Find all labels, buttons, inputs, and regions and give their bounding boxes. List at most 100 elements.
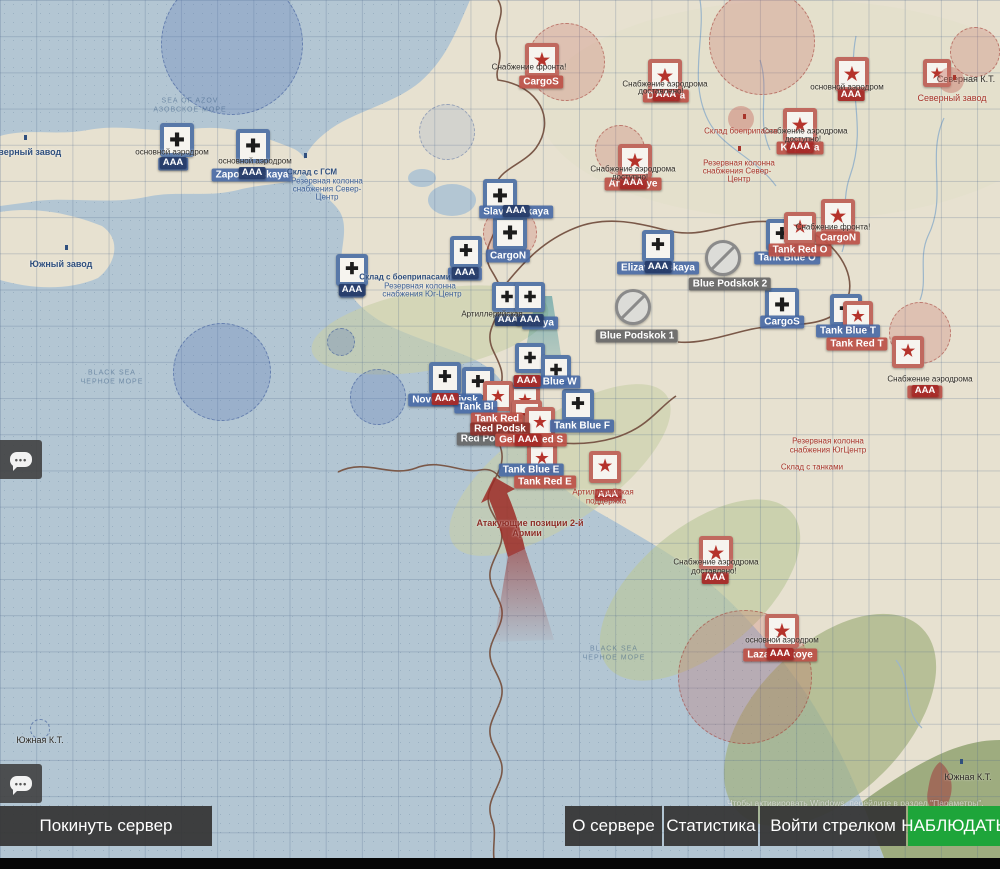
blue-airfield-icon[interactable]: ✚ xyxy=(562,389,594,421)
blue-airfield-icon[interactable]: ✚ xyxy=(642,230,674,262)
red-star-icon: ★ xyxy=(830,207,846,225)
red-airfield-icon[interactable]: ★ xyxy=(699,536,733,570)
influence-zone xyxy=(161,0,303,115)
unit-label-badge[interactable]: AAA xyxy=(160,157,187,169)
about-server-button[interactable]: О сервере xyxy=(565,806,662,846)
red-airfield-icon[interactable]: ★ xyxy=(589,451,621,483)
map-text-label: Склад с ГСМ xyxy=(287,168,337,177)
map-text-label: Армии xyxy=(512,528,542,538)
chat-toggle-button-1[interactable]: ••• xyxy=(0,440,42,479)
unit-label-badge[interactable]: AAA xyxy=(653,89,680,101)
red-star-icon: ★ xyxy=(533,415,546,430)
chat-bubble-icon: ••• xyxy=(10,452,32,467)
unit-label-badge[interactable]: AAA xyxy=(702,572,729,584)
unit-label-badge[interactable]: CargoS xyxy=(519,76,563,89)
blue-airfield-icon[interactable]: ✚ xyxy=(429,362,461,394)
unit-label-badge[interactable]: AAA xyxy=(503,205,530,217)
influence-zone xyxy=(173,323,271,421)
sea-name-label: BLACK SEA xyxy=(88,370,136,377)
influence-zone xyxy=(30,719,50,739)
closed-airfield-icon[interactable] xyxy=(615,289,651,325)
red-airfield-icon[interactable]: ★ xyxy=(765,614,799,648)
units-layer: ✚✚✚✚✚✚✚✚✚✚✚✚✚✚✚✚✚★★★★★★★★★★★★★★★★★★★Ли е… xyxy=(0,0,1000,869)
red-star-icon: ★ xyxy=(598,459,612,475)
map-text-label: снабжения Север- xyxy=(703,167,772,176)
join-gunner-button[interactable]: Войти стрелком xyxy=(760,806,906,846)
red-airfield-icon[interactable]: ★ xyxy=(525,43,559,77)
blue-airfield-icon[interactable]: ✚ xyxy=(336,254,368,286)
red-airfield-icon[interactable]: ★ xyxy=(821,199,855,233)
observe-button[interactable]: НАБЛЮДАТЬ xyxy=(908,806,1000,846)
red-airfield-icon[interactable]: ★ xyxy=(618,144,652,178)
german-cross-icon: ✚ xyxy=(502,224,517,242)
map-text-label: Резервная колонна xyxy=(703,159,775,168)
blue-airfield-icon[interactable]: ✚ xyxy=(515,282,545,312)
red-airfield-icon[interactable]: ★ xyxy=(784,212,816,244)
closed-airfield-icon[interactable] xyxy=(705,240,741,276)
unit-label-badge[interactable]: AAA xyxy=(515,434,542,446)
unit-label-badge[interactable]: AAA xyxy=(838,89,865,101)
sea-name-label: АЗОВСКОЕ МОРЕ xyxy=(153,107,226,114)
unit-label-badge[interactable]: Blue Podskok 1 xyxy=(596,330,678,343)
map-text-label: Резервная колонна xyxy=(792,437,864,446)
red-star-icon: ★ xyxy=(792,116,808,134)
unit-label-badge[interactable]: CargoN xyxy=(486,250,530,263)
german-cross-icon: ✚ xyxy=(345,262,358,278)
blue-airfield-icon[interactable]: ✚ xyxy=(450,236,482,268)
unit-label-badge[interactable]: AAA xyxy=(452,267,479,279)
german-cross-icon: ✚ xyxy=(651,238,664,254)
red-star-icon: ★ xyxy=(708,544,724,562)
unit-label-badge[interactable]: Tank Blue F xyxy=(550,420,614,433)
map-text-label: Северный завод xyxy=(917,93,986,103)
unit-label-badge[interactable]: AAA xyxy=(517,314,544,326)
influence-zone xyxy=(327,328,355,356)
unit-label-badge[interactable]: Tank Red T xyxy=(826,338,887,351)
red-star-icon: ★ xyxy=(793,220,807,236)
red-star-icon: ★ xyxy=(901,344,915,360)
unit-label-badge[interactable]: Blue Podskok 2 xyxy=(689,278,771,291)
red-star-icon: ★ xyxy=(774,622,790,640)
bottom-black-strip xyxy=(0,858,1000,869)
unit-label-badge[interactable]: AAA xyxy=(432,393,459,405)
unit-label-badge[interactable]: AAA xyxy=(514,375,541,387)
blue-airfield-icon[interactable]: ✚ xyxy=(493,216,527,250)
unit-label-badge[interactable]: Tank Blue T xyxy=(816,325,880,338)
unit-label-badge[interactable]: Tank Red E xyxy=(514,476,576,489)
map-text-label: снабжения Юг-Центр xyxy=(382,290,461,299)
sea-name-label: ЧЕРНОЕ МОРЕ xyxy=(81,379,144,386)
leave-server-button[interactable]: Покинуть сервер xyxy=(0,806,212,846)
map-text-label: Северный завод xyxy=(0,147,61,157)
red-star-icon: ★ xyxy=(627,152,643,170)
german-cross-icon: ✚ xyxy=(169,131,184,149)
red-airfield-icon[interactable]: ★ xyxy=(892,336,924,368)
unit-label-badge[interactable]: AAA xyxy=(620,177,647,189)
map-text-label: Резервная колонна xyxy=(384,282,456,291)
red-airfield-icon[interactable]: ★ xyxy=(835,57,869,91)
chat-toggle-button-2[interactable]: ••• xyxy=(0,764,42,803)
sea-name-label: SEA OF AZOV xyxy=(162,98,219,105)
red-airfield-icon[interactable]: ★ xyxy=(783,108,817,142)
blue-airfield-icon[interactable]: ✚ xyxy=(160,123,194,157)
map-text-label: Центр xyxy=(728,175,751,184)
blue-airfield-icon[interactable]: ✚ xyxy=(236,129,270,163)
german-cross-icon: ✚ xyxy=(459,244,472,260)
statistics-button[interactable]: Статистика xyxy=(664,806,758,846)
unit-label-badge[interactable]: AAA xyxy=(645,261,672,273)
map-text-label: Центр xyxy=(316,193,339,202)
unit-label-badge[interactable]: AAA xyxy=(912,385,939,397)
red-star-icon: ★ xyxy=(657,67,673,85)
unit-label-badge[interactable]: AAA xyxy=(239,167,266,179)
unit-label-badge[interactable]: CargoS xyxy=(760,316,804,329)
map-text-label: снабжения ЮгЦентр xyxy=(790,446,867,455)
strategic-map[interactable]: ✚✚✚✚✚✚✚✚✚✚✚✚✚✚✚✚✚★★★★★★★★★★★★★★★★★★★Ли е… xyxy=(0,0,1000,869)
unit-label-badge[interactable]: CargoN xyxy=(816,232,860,245)
influence-zone xyxy=(419,104,475,160)
unit-label-badge[interactable]: AAA xyxy=(787,141,814,153)
unit-label-badge[interactable]: Tank Red O xyxy=(769,244,832,257)
german-cross-icon: ✚ xyxy=(524,351,537,366)
unit-label-badge[interactable]: AAA xyxy=(767,648,794,660)
red-airfield-icon[interactable]: ★ xyxy=(648,59,682,93)
unit-label-badge[interactable]: AAA xyxy=(595,489,622,501)
unit-label-badge[interactable]: AAA xyxy=(339,284,366,296)
influence-zone xyxy=(709,0,815,95)
